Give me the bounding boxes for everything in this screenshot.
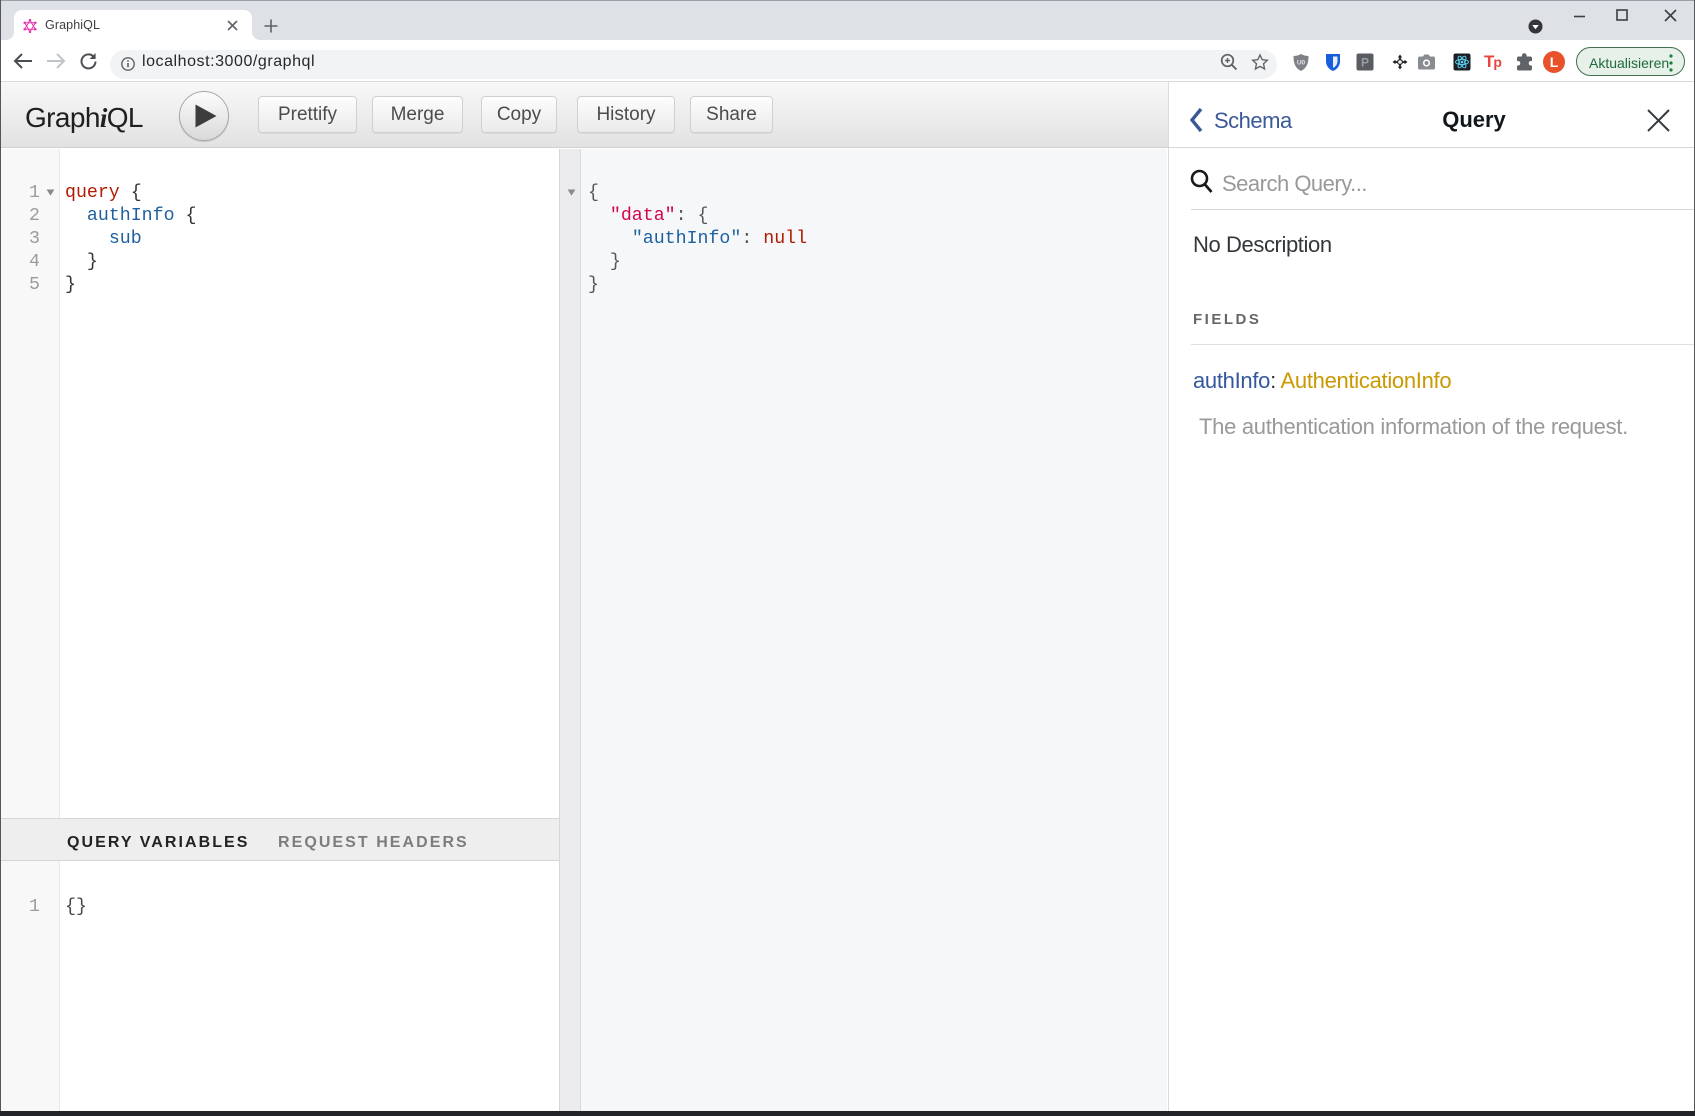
svg-text:P: P	[1361, 56, 1369, 70]
svg-text:U0: U0	[1297, 60, 1306, 67]
